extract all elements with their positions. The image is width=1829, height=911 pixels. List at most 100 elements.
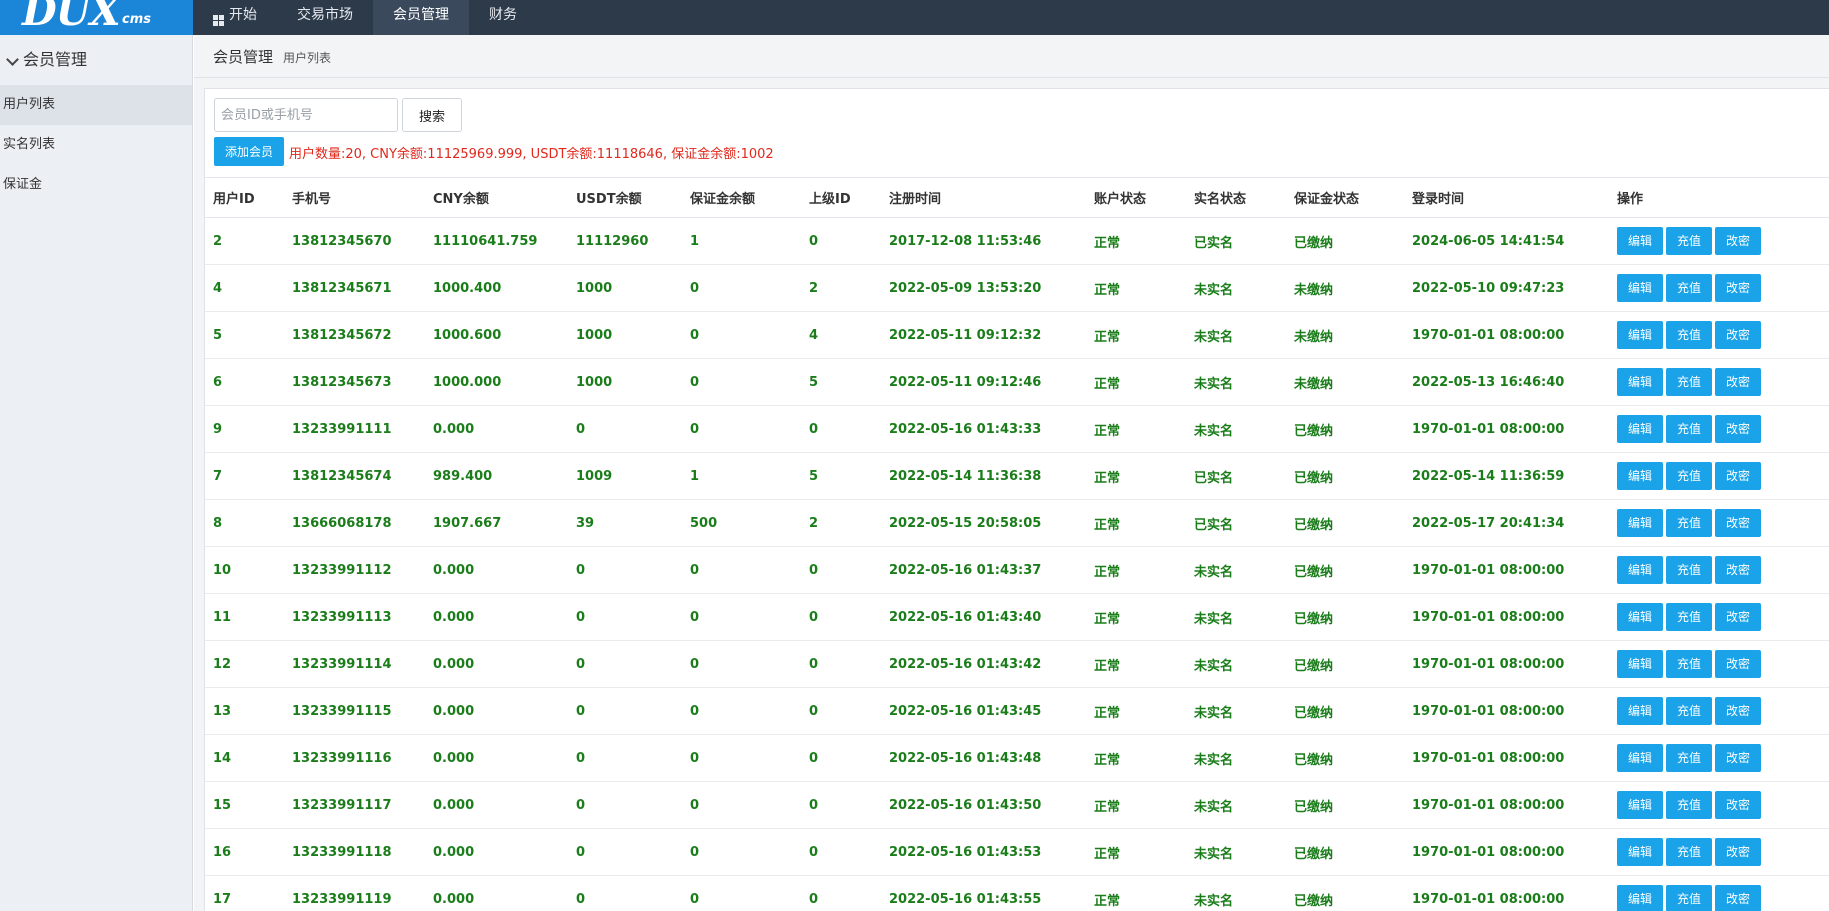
table-cell: 1970-01-01 08:00:00 [1404, 546, 1609, 594]
change-password-button[interactable]: 改密 [1715, 791, 1761, 819]
recharge-button[interactable]: 充值 [1666, 556, 1712, 584]
search-button[interactable]: 搜索 [402, 98, 462, 132]
actions-cell: 编辑 充值 改密 [1609, 640, 1829, 688]
table-row: 7 13812345674 989.400 1009 1 5 2022-05-14 11:3… [205, 452, 1829, 500]
edit-button[interactable]: 编辑 [1617, 556, 1663, 584]
change-password-button[interactable]: 改密 [1715, 744, 1761, 772]
edit-button[interactable]: 编辑 [1617, 321, 1663, 349]
table-cell: 11 [205, 593, 284, 641]
recharge-button[interactable]: 充值 [1666, 838, 1712, 866]
actions-cell: 编辑 充值 改密 [1609, 875, 1829, 911]
add-member-button[interactable]: 添加会员 [214, 137, 284, 166]
table-cell: 未实名 [1186, 875, 1286, 911]
change-password-button[interactable]: 改密 [1715, 368, 1761, 396]
table-cell: 1970-01-01 08:00:00 [1404, 593, 1609, 641]
topnav-item-finance[interactable]: 财务 [469, 0, 537, 35]
change-password-button[interactable]: 改密 [1715, 697, 1761, 725]
change-password-button[interactable]: 改密 [1715, 274, 1761, 302]
table-cell: 16 [205, 828, 284, 876]
recharge-button[interactable]: 充值 [1666, 650, 1712, 678]
table-cell: 13812345671 [284, 264, 425, 312]
table-row: 8 13666068178 1907.667 39 500 2 2022-05-15 20:… [205, 499, 1829, 547]
table-cell: 1000.600 [425, 311, 568, 359]
sidebar-section-header[interactable]: 会员管理 [0, 35, 192, 85]
edit-button[interactable]: 编辑 [1617, 885, 1663, 911]
change-password-button[interactable]: 改密 [1715, 415, 1761, 443]
table-cell: 正常 [1086, 546, 1186, 594]
edit-button[interactable]: 编辑 [1617, 838, 1663, 866]
sidebar-item-deposit[interactable]: 保证金 [0, 165, 192, 205]
table-cell: 1 [682, 217, 801, 265]
change-password-button[interactable]: 改密 [1715, 838, 1761, 866]
recharge-button[interactable]: 充值 [1666, 885, 1712, 911]
table-row: 10 13233991112 0.000 0 0 0 2022-05-16 01:43:37… [205, 546, 1829, 594]
table-cell: 13812345674 [284, 452, 425, 500]
recharge-button[interactable]: 充值 [1666, 227, 1712, 255]
brand-logo[interactable]: DUX cms [0, 0, 193, 35]
recharge-button[interactable]: 充值 [1666, 744, 1712, 772]
table-cell: 正常 [1086, 311, 1186, 359]
edit-button[interactable]: 编辑 [1617, 509, 1663, 537]
table-cell: 2022-05-17 20:41:34 [1404, 499, 1609, 547]
breadcrumb-page: 用户列表 [283, 51, 332, 65]
edit-button[interactable]: 编辑 [1617, 791, 1663, 819]
table-cell: 13233991117 [284, 781, 425, 829]
edit-button[interactable]: 编辑 [1617, 415, 1663, 443]
recharge-button[interactable]: 充值 [1666, 791, 1712, 819]
actions-cell: 编辑 充值 改密 [1609, 499, 1829, 547]
edit-button[interactable]: 编辑 [1617, 697, 1663, 725]
table-cell: 未缴纳 [1286, 358, 1404, 406]
edit-button[interactable]: 编辑 [1617, 368, 1663, 396]
change-password-button[interactable]: 改密 [1715, 885, 1761, 911]
recharge-button[interactable]: 充值 [1666, 509, 1712, 537]
recharge-button[interactable]: 充值 [1666, 274, 1712, 302]
topnav-label: 会员管理 [393, 7, 449, 23]
edit-button[interactable]: 编辑 [1617, 462, 1663, 490]
edit-button[interactable]: 编辑 [1617, 227, 1663, 255]
column-header: 保证金状态 [1286, 177, 1404, 218]
recharge-button[interactable]: 充值 [1666, 697, 1712, 725]
search-input[interactable] [214, 98, 398, 132]
edit-button[interactable]: 编辑 [1617, 744, 1663, 772]
table-cell: 0 [568, 687, 682, 735]
actions-cell: 编辑 充值 改密 [1609, 781, 1829, 829]
sidebar-item-user-list[interactable]: 用户列表 [0, 85, 192, 125]
top-navbar: DUX cms 开始 交易市场 会员管理 财务 [0, 0, 1829, 35]
edit-button[interactable]: 编辑 [1617, 650, 1663, 678]
change-password-button[interactable]: 改密 [1715, 509, 1761, 537]
table-cell: 15 [205, 781, 284, 829]
table-cell: 0 [682, 781, 801, 829]
recharge-button[interactable]: 充值 [1666, 415, 1712, 443]
change-password-button[interactable]: 改密 [1715, 227, 1761, 255]
table-cell: 11110641.759 [425, 217, 568, 265]
change-password-button[interactable]: 改密 [1715, 321, 1761, 349]
table-cell: 500 [682, 499, 801, 547]
recharge-button[interactable]: 充值 [1666, 603, 1712, 631]
change-password-button[interactable]: 改密 [1715, 462, 1761, 490]
table-cell: 正常 [1086, 217, 1186, 265]
actions-cell: 编辑 充值 改密 [1609, 452, 1829, 500]
recharge-button[interactable]: 充值 [1666, 368, 1712, 396]
change-password-button[interactable]: 改密 [1715, 650, 1761, 678]
change-password-button[interactable]: 改密 [1715, 603, 1761, 631]
table-cell: 0 [801, 875, 881, 911]
sidebar-item-realname-list[interactable]: 实名列表 [0, 125, 192, 165]
column-header: 用户ID [205, 177, 284, 218]
table-cell: 17 [205, 875, 284, 911]
edit-button[interactable]: 编辑 [1617, 274, 1663, 302]
topnav-item-start[interactable]: 开始 [193, 0, 277, 35]
table-cell: 0.000 [425, 593, 568, 641]
table-cell: 未实名 [1186, 264, 1286, 312]
table-cell: 2022-05-16 01:43:42 [881, 640, 1086, 688]
change-password-button[interactable]: 改密 [1715, 556, 1761, 584]
recharge-button[interactable]: 充值 [1666, 462, 1712, 490]
edit-button[interactable]: 编辑 [1617, 603, 1663, 631]
topnav-item-market[interactable]: 交易市场 [277, 0, 373, 35]
table-cell: 0 [568, 875, 682, 911]
recharge-button[interactable]: 充值 [1666, 321, 1712, 349]
table-row: 16 13233991118 0.000 0 0 0 2022-05-16 01:43:53… [205, 828, 1829, 876]
table-cell: 0 [682, 734, 801, 782]
topnav-item-members[interactable]: 会员管理 [373, 0, 469, 35]
table-cell: 12 [205, 640, 284, 688]
table-cell: 1 [682, 452, 801, 500]
